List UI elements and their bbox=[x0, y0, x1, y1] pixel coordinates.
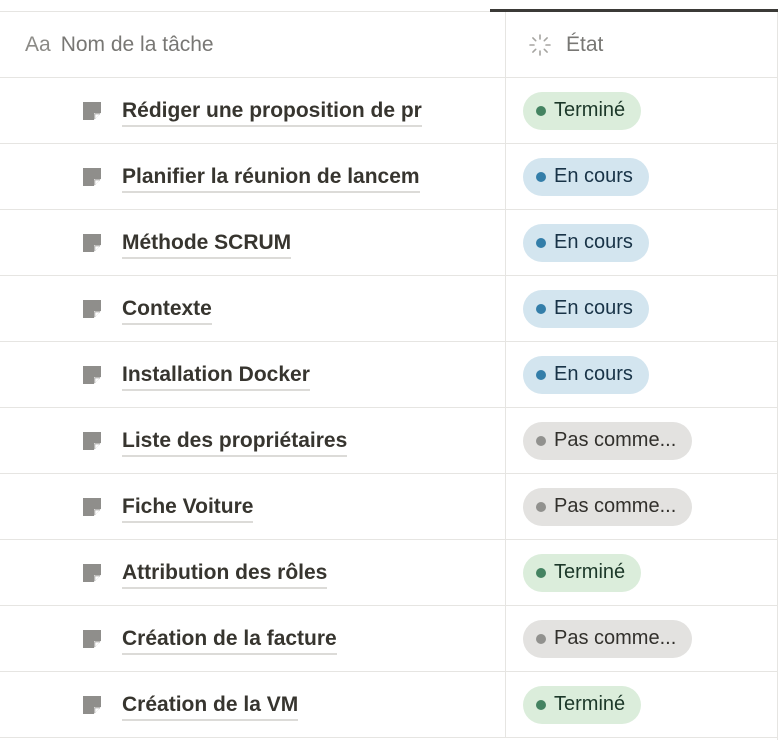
table-row[interactable]: Liste des propriétaires Pas comme... bbox=[0, 408, 778, 474]
table-row[interactable]: Création de la VM Terminé bbox=[0, 672, 778, 738]
task-title-link[interactable]: Installation Docker bbox=[122, 362, 310, 391]
spinner-icon bbox=[529, 33, 551, 56]
table-row[interactable]: Contexte En cours bbox=[0, 276, 778, 342]
task-name-cell[interactable]: Contexte bbox=[0, 276, 506, 341]
task-name-cell[interactable]: Création de la VM bbox=[0, 672, 506, 737]
page-icon bbox=[83, 233, 101, 252]
page-icon bbox=[83, 299, 101, 318]
table-row[interactable]: Création de la facture Pas comme... bbox=[0, 606, 778, 672]
task-table: Aa Nom de la tâche État Rédiger une prop… bbox=[0, 12, 778, 738]
page-icon bbox=[83, 431, 101, 450]
column-header-name-label: Nom de la tâche bbox=[60, 32, 214, 56]
title-property-icon: Aa bbox=[25, 32, 51, 56]
task-state-cell[interactable]: Pas comme... bbox=[506, 474, 778, 539]
task-title-link[interactable]: Attribution des rôles bbox=[122, 560, 328, 589]
status-label: Terminé bbox=[554, 693, 626, 715]
page-icon bbox=[83, 101, 101, 120]
task-title-link[interactable]: Méthode SCRUM bbox=[122, 230, 292, 259]
task-name-cell[interactable]: Méthode SCRUM bbox=[0, 210, 506, 275]
status-badge[interactable]: Terminé bbox=[523, 553, 642, 592]
status-dot bbox=[536, 303, 546, 314]
status-badge[interactable]: Terminé bbox=[523, 685, 642, 724]
task-state-cell[interactable]: Pas comme... bbox=[506, 606, 778, 671]
task-title-link[interactable]: Planifier la réunion de lancem bbox=[122, 164, 420, 193]
status-dot bbox=[536, 369, 546, 380]
status-label: En cours bbox=[554, 363, 633, 385]
status-dot bbox=[536, 435, 546, 446]
status-label: Pas comme... bbox=[554, 429, 677, 451]
task-title-link[interactable]: Contexte bbox=[122, 296, 212, 325]
task-name-cell[interactable]: Rédiger une proposition de pr bbox=[0, 78, 506, 143]
status-label: En cours bbox=[554, 231, 633, 253]
status-label: Terminé bbox=[554, 99, 626, 121]
task-title-link[interactable]: Rédiger une proposition de pr bbox=[122, 98, 422, 127]
status-badge[interactable]: En cours bbox=[523, 223, 649, 262]
task-state-cell[interactable]: Pas comme... bbox=[506, 408, 778, 473]
column-header-state-label: État bbox=[566, 32, 604, 56]
page-icon bbox=[83, 563, 101, 582]
task-state-cell[interactable]: En cours bbox=[506, 342, 778, 407]
table-row[interactable]: Installation Docker En cours bbox=[0, 342, 778, 408]
status-dot bbox=[536, 105, 546, 116]
status-dot bbox=[536, 633, 546, 644]
status-label: Terminé bbox=[554, 561, 626, 583]
task-title-link[interactable]: Création de la VM bbox=[122, 692, 299, 721]
status-label: En cours bbox=[554, 297, 633, 319]
table-row[interactable]: Fiche Voiture Pas comme... bbox=[0, 474, 778, 540]
task-title-link[interactable]: Liste des propriétaires bbox=[122, 428, 348, 457]
task-name-cell[interactable]: Attribution des rôles bbox=[0, 540, 506, 605]
status-badge[interactable]: Pas comme... bbox=[523, 619, 693, 658]
task-title-link[interactable]: Création de la facture bbox=[122, 626, 337, 655]
table-row[interactable]: Planifier la réunion de lancem En cours bbox=[0, 144, 778, 210]
page-icon bbox=[83, 695, 101, 714]
column-header-state[interactable]: État bbox=[506, 12, 778, 77]
task-state-cell[interactable]: En cours bbox=[506, 144, 778, 209]
column-header-name[interactable]: Aa Nom de la tâche bbox=[0, 12, 506, 77]
status-badge[interactable]: En cours bbox=[523, 157, 649, 196]
page-icon bbox=[83, 167, 101, 186]
table-row[interactable]: Attribution des rôles Terminé bbox=[0, 540, 778, 606]
task-state-cell[interactable]: Terminé bbox=[506, 78, 778, 143]
task-name-cell[interactable]: Fiche Voiture bbox=[0, 474, 506, 539]
task-state-cell[interactable]: Terminé bbox=[506, 540, 778, 605]
page-icon bbox=[83, 497, 101, 516]
task-name-cell[interactable]: Planifier la réunion de lancem bbox=[0, 144, 506, 209]
status-badge[interactable]: Pas comme... bbox=[523, 421, 693, 460]
status-dot bbox=[536, 567, 546, 578]
table-row[interactable]: Méthode SCRUM En cours bbox=[0, 210, 778, 276]
page-icon bbox=[83, 365, 101, 384]
status-label: Pas comme... bbox=[554, 627, 677, 649]
status-badge[interactable]: Terminé bbox=[523, 91, 642, 130]
status-dot bbox=[536, 699, 546, 710]
task-state-cell[interactable]: Terminé bbox=[506, 672, 778, 737]
status-label: En cours bbox=[554, 165, 633, 187]
status-badge[interactable]: En cours bbox=[523, 355, 649, 394]
task-title-link[interactable]: Fiche Voiture bbox=[122, 494, 254, 523]
task-name-cell[interactable]: Liste des propriétaires bbox=[0, 408, 506, 473]
task-name-cell[interactable]: Création de la facture bbox=[0, 606, 506, 671]
status-badge[interactable]: En cours bbox=[523, 289, 649, 328]
status-badge[interactable]: Pas comme... bbox=[523, 487, 693, 526]
page-icon bbox=[83, 629, 101, 648]
task-name-cell[interactable]: Installation Docker bbox=[0, 342, 506, 407]
status-dot bbox=[536, 501, 546, 512]
task-state-cell[interactable]: En cours bbox=[506, 210, 778, 275]
status-dot bbox=[536, 171, 546, 182]
status-dot bbox=[536, 237, 546, 248]
task-state-cell[interactable]: En cours bbox=[506, 276, 778, 341]
table-row[interactable]: Rédiger une proposition de pr Terminé bbox=[0, 78, 778, 144]
table-header: Aa Nom de la tâche État bbox=[0, 12, 778, 78]
status-label: Pas comme... bbox=[554, 495, 677, 517]
